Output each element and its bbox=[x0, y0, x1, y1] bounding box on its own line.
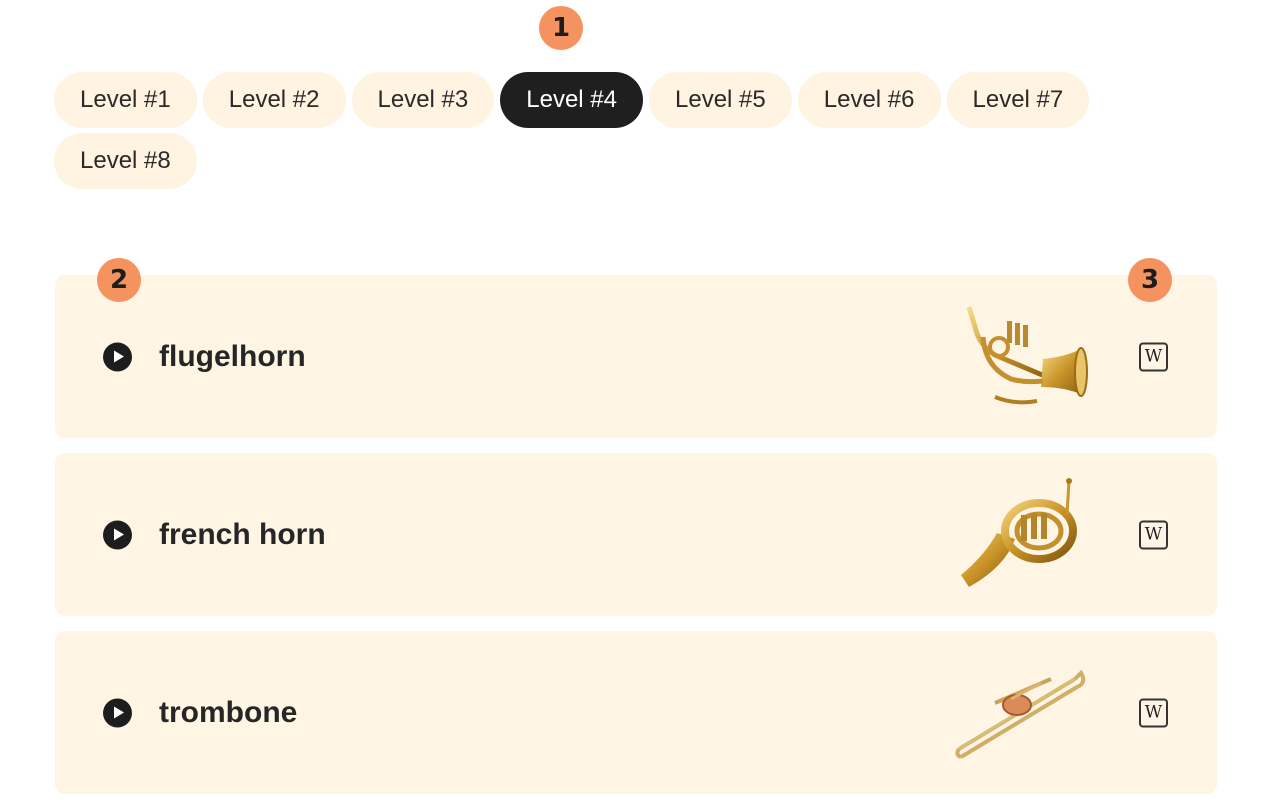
wikipedia-icon[interactable]: W bbox=[1139, 342, 1168, 371]
level-tab-7[interactable]: Level #7 bbox=[946, 72, 1090, 128]
instrument-list: flugelhorn W french horn W trombone W bbox=[55, 275, 1217, 804]
flugelhorn-image bbox=[966, 306, 1088, 405]
level-tab-2[interactable]: Level #2 bbox=[202, 72, 346, 128]
instrument-name: trombone bbox=[159, 695, 298, 729]
instrument-card-flugelhorn: flugelhorn W bbox=[55, 275, 1217, 438]
wikipedia-icon[interactable]: W bbox=[1139, 520, 1168, 549]
instrument-card-french-horn: french horn W bbox=[55, 453, 1217, 616]
french-horn-image bbox=[961, 478, 1077, 587]
wikipedia-icon[interactable]: W bbox=[1139, 698, 1168, 727]
play-icon[interactable] bbox=[103, 698, 132, 727]
play-icon[interactable] bbox=[103, 342, 132, 371]
annotation-marker-2: 2 bbox=[97, 258, 141, 302]
level-selector: Level #1 Level #2 Level #3 Level #4 Leve… bbox=[54, 72, 1134, 189]
level-tab-6[interactable]: Level #6 bbox=[797, 72, 941, 128]
level-tab-3[interactable]: Level #3 bbox=[351, 72, 495, 128]
level-tab-8[interactable]: Level #8 bbox=[54, 133, 197, 189]
instrument-card-trombone: trombone W bbox=[55, 631, 1217, 794]
instrument-name: flugelhorn bbox=[159, 339, 306, 373]
level-tab-1[interactable]: Level #1 bbox=[54, 72, 197, 128]
play-icon[interactable] bbox=[103, 520, 132, 549]
trombone-image bbox=[955, 669, 1086, 759]
annotation-marker-3: 3 bbox=[1128, 258, 1172, 302]
level-tab-5[interactable]: Level #5 bbox=[649, 72, 792, 128]
instrument-name: french horn bbox=[159, 517, 326, 551]
annotation-marker-1: 1 bbox=[539, 6, 583, 50]
level-tab-4[interactable]: Level #4 bbox=[500, 72, 643, 128]
